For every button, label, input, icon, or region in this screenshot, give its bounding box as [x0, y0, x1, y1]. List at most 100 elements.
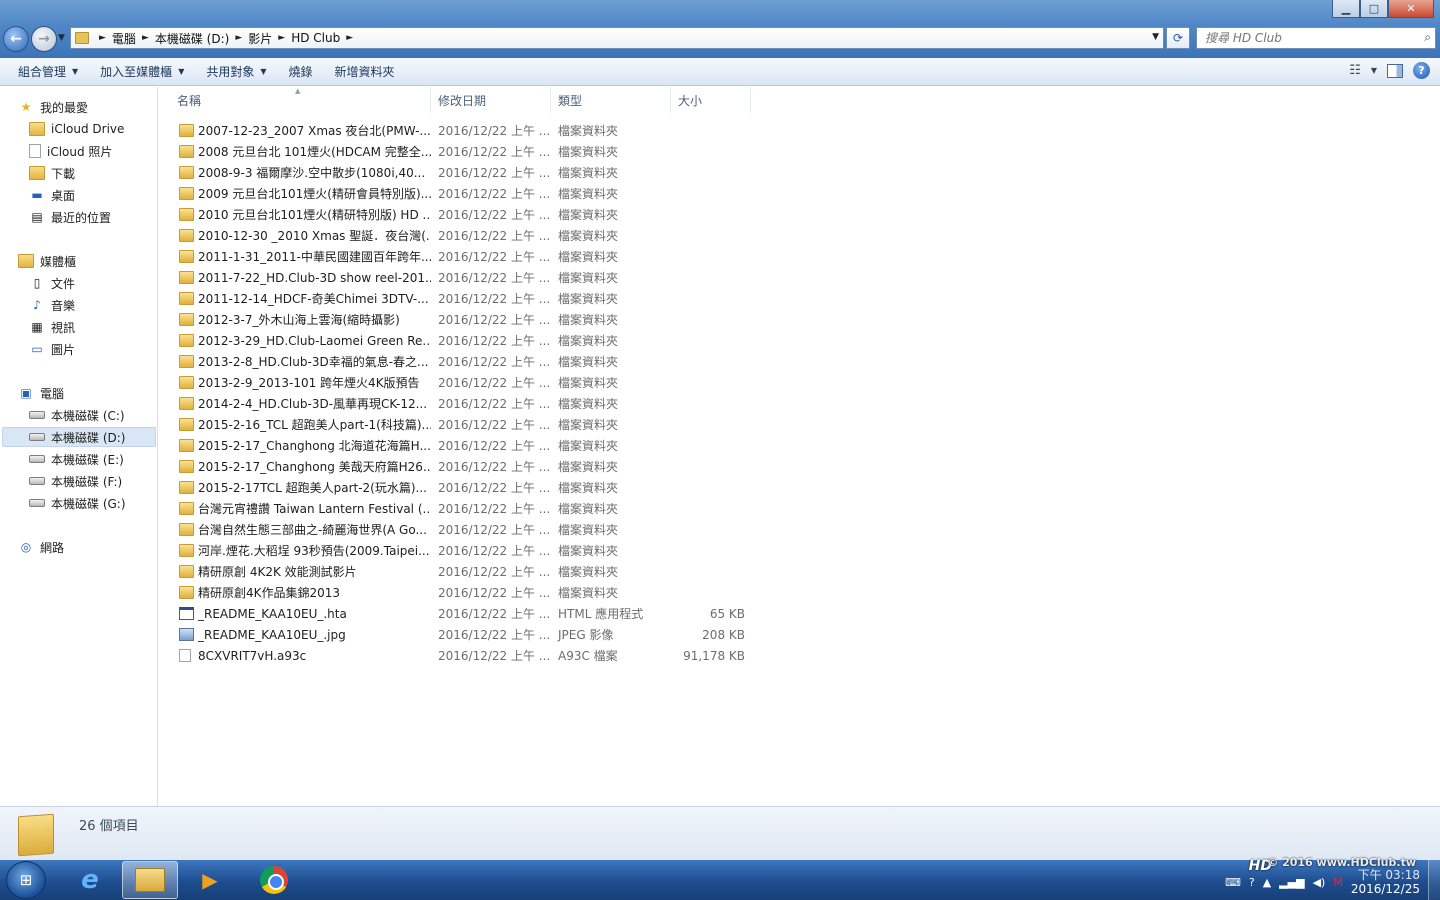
file-name-cell[interactable]: 台灣自然生態三部曲之-綺麗海世界(A Go... [159, 521, 431, 538]
nav-favorites[interactable]: ★ 我的最愛 [18, 97, 156, 117]
address-dropdown-icon[interactable]: ▼ [1152, 32, 1159, 42]
file-name-cell[interactable]: 精研原創4K作品集錦2013 [159, 584, 431, 601]
breadcrumb-computer[interactable]: 電腦 [112, 30, 136, 47]
keyboard-icon[interactable]: ⌨ [1225, 876, 1241, 889]
file-name-cell[interactable]: _README_KAA10EU_.hta [159, 607, 431, 621]
file-name-cell[interactable]: 2013-2-8_HD.Club-3D幸福的氣息-春之... [159, 353, 431, 370]
file-name-cell[interactable]: 2012-3-29_HD.Club-Laomei Green Re... [159, 334, 431, 348]
chevron-right-icon[interactable]: ► [278, 33, 285, 43]
breadcrumb-hd-club[interactable]: HD Club [291, 31, 340, 45]
nav-item-music[interactable]: ♪ 音樂 [29, 295, 156, 315]
file-row[interactable]: 2014-2-4_HD.Club-3D-風華再現CK-12... 2016/12/… [159, 393, 759, 414]
add-to-library-menu[interactable]: 加入至媒體櫃 ▼ [92, 63, 192, 80]
new-folder-button[interactable]: 新增資料夾 [327, 63, 403, 80]
search-input[interactable] [1197, 28, 1407, 48]
nav-libraries[interactable]: 媒體櫃 [18, 251, 156, 271]
file-row[interactable]: 2013-2-9_2013-101 跨年煙火4K版預告 2016/12/22 上午… [159, 372, 759, 393]
column-size[interactable]: 大小 [671, 87, 751, 113]
nav-item-drive-f[interactable]: 本機磁碟 (F:) [29, 471, 156, 491]
file-name-cell[interactable]: 2013-2-9_2013-101 跨年煙火4K版預告 [159, 374, 431, 391]
maximize-button[interactable]: □ [1360, 0, 1388, 18]
nav-item-documents[interactable]: ▯ 文件 [29, 273, 156, 293]
file-row[interactable]: _README_KAA10EU_.jpg 2016/12/22 上午 ... JPE… [159, 624, 759, 645]
volume-icon[interactable]: ◀) [1313, 876, 1326, 889]
file-row[interactable]: 8CXVRIT7vH.a93c 2016/12/22 上午 ... A93C 檔案 9… [159, 645, 759, 666]
nav-item-icloud-photos[interactable]: iCloud 照片 [29, 141, 156, 161]
file-name-cell[interactable]: 2011-7-22_HD.Club-3D show reel-201... [159, 271, 431, 285]
nav-item-drive-g[interactable]: 本機磁碟 (G:) [29, 493, 156, 513]
nav-computer[interactable]: ▣ 電腦 [18, 383, 156, 403]
change-view-icon[interactable]: ☷ [1349, 63, 1361, 78]
file-name-cell[interactable]: 2015-2-16_TCL 超跑美人part-1(科技篇)... [159, 416, 431, 433]
nav-network[interactable]: ◎ 網路 [18, 537, 156, 557]
refresh-button[interactable]: ⟳ [1166, 27, 1190, 49]
column-name[interactable]: 名稱 ▲ [159, 87, 431, 113]
file-row[interactable]: 2015-2-17_Changhong 美哉天府篇H26... 2016/12/2… [159, 456, 759, 477]
chevron-right-icon[interactable]: ► [142, 33, 149, 43]
chevron-right-icon[interactable]: ► [235, 33, 242, 43]
close-button[interactable]: ✕ [1388, 0, 1434, 18]
nav-item-recent-places[interactable]: ▤ 最近的位置 [29, 207, 156, 227]
show-hidden-icons-icon[interactable]: ▲ [1263, 876, 1271, 889]
file-row[interactable]: 2015-2-17TCL 超跑美人part-2(玩水篇)... 2016/12/2… [159, 477, 759, 498]
nav-item-desktop[interactable]: ▬ 桌面 [29, 185, 156, 205]
file-row[interactable]: 2010-12-30 _2010 Xmas 聖誕．夜台灣(... 2016/12/… [159, 225, 759, 246]
organize-menu[interactable]: 組合管理 ▼ [10, 63, 86, 80]
file-row[interactable]: 河岸.煙花.大稻埕 93秒預告(2009.Taipei... 2016/12/22… [159, 540, 759, 561]
chevron-right-icon[interactable]: ► [346, 33, 353, 43]
file-row[interactable]: 台灣自然生態三部曲之-綺麗海世界(A Go... 2016/12/22 上午 ..… [159, 519, 759, 540]
help-icon[interactable]: ? [1413, 62, 1430, 79]
help-tray-icon[interactable]: ? [1249, 876, 1255, 889]
taskbar-windows-explorer[interactable] [122, 861, 178, 899]
file-name-cell[interactable]: 2012-3-7_外木山海上雲海(縮時攝影) [159, 311, 431, 328]
burn-button[interactable]: 燒錄 [281, 63, 321, 80]
taskbar-media-player[interactable]: ▶ [182, 861, 238, 899]
file-name-cell[interactable]: _README_KAA10EU_.jpg [159, 628, 431, 642]
show-desktop-button[interactable] [1428, 860, 1440, 900]
clock[interactable]: 下午 03:18 2016/12/25 [1351, 868, 1420, 896]
file-name-cell[interactable]: 2015-2-17_Changhong 北海道花海篇H... [159, 437, 431, 454]
preview-pane-icon[interactable] [1387, 63, 1403, 78]
file-name-cell[interactable]: 台灣元宵禮讚 Taiwan Lantern Festival (... [159, 500, 431, 517]
column-type[interactable]: 類型 [551, 87, 671, 113]
search-icon[interactable]: ⌕ [1424, 30, 1431, 45]
nav-item-downloads[interactable]: 下載 [29, 163, 156, 183]
file-name-cell[interactable]: 2007-12-23_2007 Xmas 夜台北(PMW-... [159, 122, 431, 139]
recent-pages-dropdown[interactable]: ▼ [58, 33, 65, 43]
file-row[interactable]: 2012-3-29_HD.Club-Laomei Green Re... 2016… [159, 330, 759, 351]
share-with-menu[interactable]: 共用對象 ▼ [198, 63, 274, 80]
back-button[interactable]: ← [3, 26, 29, 52]
file-row[interactable]: 2011-1-31_2011-中華民國建國百年跨年... 2016/12/22 上… [159, 246, 759, 267]
file-row[interactable]: 精研原創 4K2K 效能測試影片 2016/12/22 上午 ... 檔案資料夾 [159, 561, 759, 582]
file-row[interactable]: 2009 元旦台北101煙火(精研會員特別版)... 2016/12/22 上午 … [159, 183, 759, 204]
forward-button[interactable]: → [31, 26, 57, 52]
file-row[interactable]: 精研原創4K作品集錦2013 2016/12/22 上午 ... 檔案資料夾 [159, 582, 759, 603]
file-name-cell[interactable]: 2008-9-3 福爾摩沙.空中散步(1080i,40... [159, 164, 431, 181]
minimize-button[interactable]: ▁ [1332, 0, 1360, 18]
file-name-cell[interactable]: 2010-12-30 _2010 Xmas 聖誕．夜台灣(... [159, 227, 431, 244]
start-button[interactable]: ⊞ [6, 861, 46, 899]
file-row[interactable]: 2015-2-16_TCL 超跑美人part-1(科技篇)... 2016/12/… [159, 414, 759, 435]
file-name-cell[interactable]: 2008 元旦台北 101煙火(HDCAM 完整全... [159, 143, 431, 160]
address-bar[interactable]: ► 電腦 ► 本機磁碟 (D:) ► 影片 ► HD Club ► ▼ [70, 27, 1164, 49]
file-name-cell[interactable]: 2009 元旦台北101煙火(精研會員特別版)... [159, 185, 431, 202]
network-tray-icon[interactable]: ▂▄▆ [1279, 876, 1304, 889]
file-row[interactable]: 2011-12-14_HDCF-奇美Chimei 3DTV-... 2016/12… [159, 288, 759, 309]
file-name-cell[interactable]: 2014-2-4_HD.Club-3D-風華再現CK-12... [159, 395, 431, 412]
nav-item-icloud-drive[interactable]: iCloud Drive [29, 119, 156, 139]
file-row[interactable]: 2015-2-17_Changhong 北海道花海篇H... 2016/12/22… [159, 435, 759, 456]
taskbar-internet-explorer[interactable]: e [62, 861, 118, 899]
file-name-cell[interactable]: 2011-1-31_2011-中華民國建國百年跨年... [159, 248, 431, 265]
breadcrumb-videos[interactable]: 影片 [248, 30, 272, 47]
file-row[interactable]: 2013-2-8_HD.Club-3D幸福的氣息-春之... 2016/12/22… [159, 351, 759, 372]
file-row[interactable]: 2011-7-22_HD.Club-3D show reel-201... 201… [159, 267, 759, 288]
nav-item-drive-d[interactable]: 本機磁碟 (D:) [2, 427, 156, 447]
nav-item-videos[interactable]: ▦ 視訊 [29, 317, 156, 337]
nav-item-pictures[interactable]: ▭ 圖片 [29, 339, 156, 359]
file-name-cell[interactable]: 河岸.煙花.大稻埕 93秒預告(2009.Taipei... [159, 542, 431, 559]
file-row[interactable]: 2012-3-7_外木山海上雲海(縮時攝影) 2016/12/22 上午 ... 檔… [159, 309, 759, 330]
file-row[interactable]: 2010 元旦台北101煙火(精研特別版) HD ... 2016/12/22 上… [159, 204, 759, 225]
file-name-cell[interactable]: 2011-12-14_HDCF-奇美Chimei 3DTV-... [159, 290, 431, 307]
file-name-cell[interactable]: 8CXVRIT7vH.a93c [159, 649, 431, 663]
column-date[interactable]: 修改日期 [431, 87, 551, 113]
